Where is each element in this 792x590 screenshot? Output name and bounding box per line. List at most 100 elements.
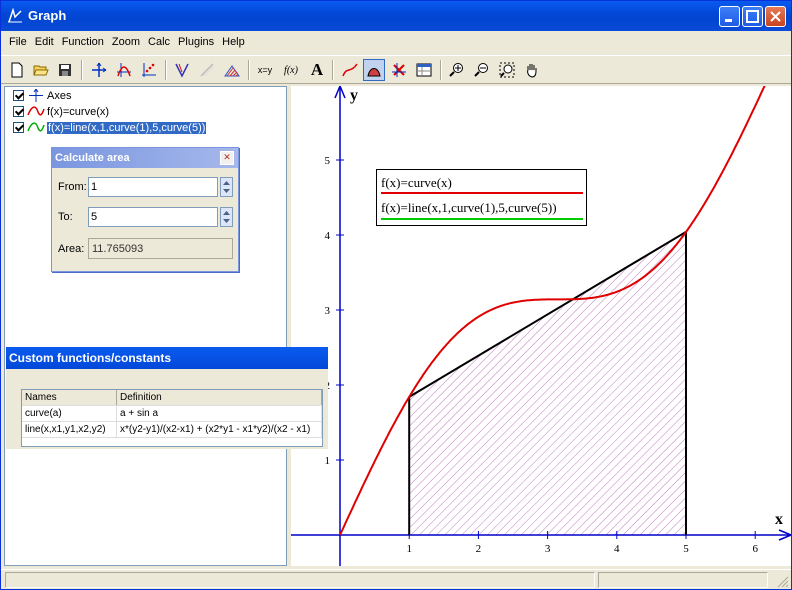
window-title: Graph xyxy=(28,8,67,23)
insert-function-button[interactable] xyxy=(113,59,135,81)
hand-icon xyxy=(527,64,537,78)
table-row[interactable]: line(x,x1,y1,x2,y2) x*(y2-y1)/(x2-x1) + … xyxy=(22,422,322,438)
menu-file[interactable]: File xyxy=(5,36,31,48)
table-red-icon xyxy=(392,63,406,77)
insert-shading-button[interactable] xyxy=(221,59,243,81)
grid-icon xyxy=(416,63,432,77)
x-axis-label: x xyxy=(775,511,783,528)
calculate-area-close-button[interactable]: ✕ xyxy=(220,151,234,165)
trace-button[interactable] xyxy=(339,59,361,81)
table-row[interactable]: curve(a) a + sin a xyxy=(22,406,322,422)
custom-functions-title[interactable]: Custom functions/constants xyxy=(6,347,328,369)
row-name[interactable]: line(x,x1,y1,x2,y2) xyxy=(22,422,117,437)
to-spinner[interactable] xyxy=(220,207,233,227)
insert-relation-button[interactable] xyxy=(196,59,218,81)
tree-item-label: f(x)=curve(x) xyxy=(47,105,110,118)
y-tick-label: 5 xyxy=(325,155,331,167)
close-icon xyxy=(770,11,781,22)
zoom-in-icon xyxy=(449,63,463,77)
function-dialog-button[interactable]: f(x) xyxy=(280,59,302,81)
toolbar: x=y f(x) A xyxy=(1,55,791,84)
from-label: From: xyxy=(58,181,87,193)
table-button[interactable] xyxy=(388,59,410,81)
zoom-out-button[interactable] xyxy=(471,59,493,81)
status-bar xyxy=(1,569,791,589)
insert-point-series-button[interactable] xyxy=(138,59,160,81)
x-tick-label: 6 xyxy=(752,543,758,555)
axes-icon xyxy=(29,89,43,102)
evaluate-button[interactable]: x=y xyxy=(254,59,276,81)
x-tick-label: 2 xyxy=(476,543,482,555)
area-icon xyxy=(367,68,381,77)
row-definition[interactable]: x*(y2-y1)/(x2-x1) + (x2*y1 - x1*y2)/(x2 … xyxy=(117,422,322,437)
tree-item-curve[interactable]: f(x)=curve(x) xyxy=(13,104,109,119)
menu-edit[interactable]: Edit xyxy=(31,36,58,48)
menu-calc[interactable]: Calc xyxy=(144,36,174,48)
new-button[interactable] xyxy=(6,59,28,81)
tree-item-line[interactable]: f(x)=line(x,1,curve(1),5,curve(5)) xyxy=(13,120,207,135)
zoom-out-icon xyxy=(474,63,488,77)
y-tick-label: 1 xyxy=(325,455,331,467)
axes-button[interactable] xyxy=(88,59,110,81)
x-tick-label: 3 xyxy=(545,543,551,555)
graph-plot-area[interactable]: 12345612345xy f(x)=curve(x) f(x)=line(x,… xyxy=(291,81,792,566)
from-spinner[interactable] xyxy=(220,177,233,197)
tree-item-label: Axes xyxy=(47,89,72,102)
to-input[interactable]: 5 xyxy=(88,207,218,227)
legend-line-red xyxy=(381,192,583,194)
relation-icon xyxy=(200,63,214,77)
row-name[interactable]: curve(a) xyxy=(22,406,117,421)
maximize-icon xyxy=(746,10,759,23)
legend-entry-curve: f(x)=curve(x) xyxy=(381,175,452,190)
status-segment-main xyxy=(5,572,595,588)
y-tick-label: 4 xyxy=(325,230,331,242)
insert-tangent-button[interactable] xyxy=(171,59,193,81)
graph-canvas[interactable]: 12345612345xy xyxy=(291,81,792,566)
menu-bar: File Edit Function Zoom Calc Plugins Hel… xyxy=(1,31,791,53)
zoom-window-button[interactable] xyxy=(496,59,518,81)
checkbox-curve[interactable] xyxy=(13,106,24,117)
menu-plugins[interactable]: Plugins xyxy=(174,36,218,48)
shading-icon xyxy=(224,65,240,77)
legend-line-green xyxy=(381,218,583,220)
spinner-arrows-icon xyxy=(223,181,230,193)
tree-item-axes[interactable]: Axes xyxy=(13,88,71,103)
maximize-button[interactable] xyxy=(742,6,763,27)
toolbar-separator xyxy=(332,60,334,80)
custom-functions-grid[interactable]: Names Definition curve(a) a + sin a line… xyxy=(21,389,323,447)
header-names[interactable]: Names xyxy=(22,390,117,405)
close-icon: ✕ xyxy=(223,153,231,163)
menu-zoom[interactable]: Zoom xyxy=(108,36,144,48)
from-input[interactable]: 1 xyxy=(88,177,218,197)
point-series-icon xyxy=(142,63,156,77)
green-curve-icon xyxy=(27,122,45,132)
grid-table-button[interactable] xyxy=(413,59,435,81)
menu-help[interactable]: Help xyxy=(218,36,249,48)
zoom-in-button[interactable] xyxy=(446,59,468,81)
open-button[interactable] xyxy=(30,59,52,81)
calculate-area-button[interactable] xyxy=(363,59,385,81)
red-curve-icon xyxy=(27,106,45,116)
menu-function[interactable]: Function xyxy=(58,36,108,48)
save-disk-icon xyxy=(59,64,71,76)
toolbar-separator xyxy=(165,60,167,80)
row-definition[interactable]: a + sin a xyxy=(117,406,322,421)
function-axes-icon xyxy=(117,63,131,77)
checkbox-axes[interactable] xyxy=(13,90,24,101)
move-system-button[interactable] xyxy=(521,59,543,81)
graph-window: Graph File Edit Function Zoom Calc Plugi… xyxy=(0,0,792,590)
save-button[interactable] xyxy=(54,59,76,81)
checkbox-line[interactable] xyxy=(13,122,24,133)
legend[interactable]: f(x)=curve(x) f(x)=line(x,1,curve(1),5,c… xyxy=(376,169,587,226)
calculate-area-title[interactable]: Calculate area xyxy=(52,148,238,168)
title-bar[interactable]: Graph xyxy=(1,1,791,31)
insert-label-button[interactable]: A xyxy=(306,59,328,81)
resize-grip-icon[interactable] xyxy=(775,574,789,588)
header-definition[interactable]: Definition xyxy=(117,390,322,405)
graph-app-icon xyxy=(8,8,22,23)
grid-header-row: Names Definition xyxy=(22,390,322,406)
x-tick-label: 4 xyxy=(614,543,620,555)
area-result-field: 11.765093 xyxy=(88,238,233,259)
minimize-button[interactable] xyxy=(719,6,740,27)
close-button[interactable] xyxy=(765,6,786,27)
